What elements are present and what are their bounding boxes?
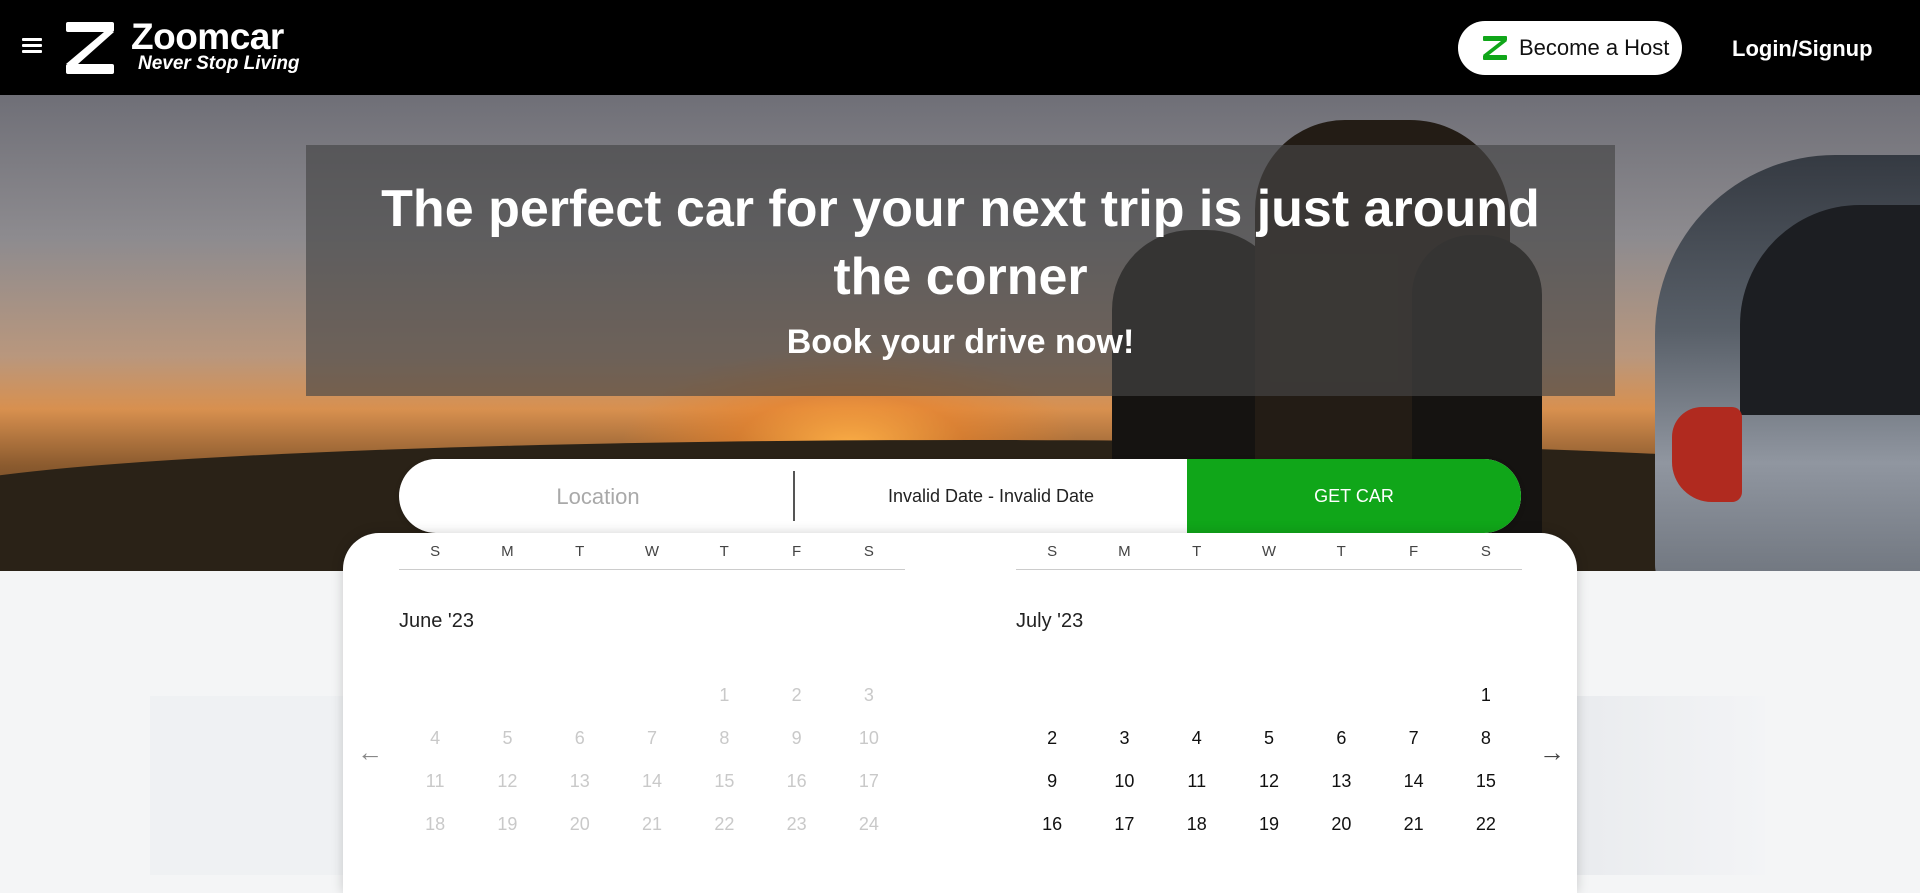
calendar-day[interactable]: 17 xyxy=(1088,803,1160,846)
calendar-day: 18 xyxy=(425,814,446,834)
calendar-day: 5 xyxy=(502,728,513,748)
weekday-label: W xyxy=(644,542,660,560)
hero-title: The perfect car for your next trip is ju… xyxy=(381,180,1540,306)
calendar-day[interactable]: 9 xyxy=(1016,760,1088,803)
calendar-day: 22 xyxy=(714,814,735,834)
weekday-label: W xyxy=(1261,542,1277,560)
weekday-header: S M T W T F S xyxy=(1016,533,1522,570)
zoomcar-logo-icon[interactable] xyxy=(64,22,116,74)
calendar-day[interactable]: 1 xyxy=(1450,674,1522,717)
weekday-label: T xyxy=(1336,542,1346,560)
day-grid: 1 2 3 4 5 6 7 8 9 10 11 12 13 14 15 16 17 18 19 20 21 22 23 24 xyxy=(399,674,905,846)
calendar-blank-cell xyxy=(399,674,471,717)
calendar-day[interactable]: 19 xyxy=(1233,803,1305,846)
weekday-label: M xyxy=(501,542,514,560)
calendar-day[interactable]: 13 xyxy=(1305,760,1377,803)
weekday-label: T xyxy=(575,542,585,560)
calendar-day[interactable]: 7 xyxy=(1377,717,1449,760)
calendar-day: 9 xyxy=(791,728,802,748)
calendar-day: 15 xyxy=(714,771,735,791)
month-title: June '23 xyxy=(399,610,474,632)
calendar-blank-cell xyxy=(1305,674,1377,717)
calendar-day[interactable]: 3 xyxy=(1088,717,1160,760)
calendar-day[interactable]: 21 xyxy=(1377,803,1449,846)
calendar-day: 8 xyxy=(719,728,730,748)
calendar-blank-cell xyxy=(1016,674,1088,717)
weekday-label: S xyxy=(1480,542,1491,560)
become-host-button[interactable]: Become a Host xyxy=(1458,21,1682,75)
calendar-day[interactable]: 2 xyxy=(1016,717,1088,760)
menu-icon[interactable] xyxy=(22,38,42,54)
calendar-blank-cell xyxy=(544,674,616,717)
calendar-day[interactable]: 15 xyxy=(1450,760,1522,803)
weekday-label: F xyxy=(1408,542,1419,560)
calendar-day[interactable]: 16 xyxy=(1016,803,1088,846)
zoomcar-z-icon xyxy=(1483,36,1507,60)
weekday-label: S xyxy=(1047,542,1058,560)
calendar-day: 24 xyxy=(858,814,879,834)
login-signup-link[interactable]: Login/Signup xyxy=(1732,36,1873,62)
brand-name[interactable]: Zoomcar xyxy=(131,16,284,58)
weekday-label: M xyxy=(1118,542,1131,560)
calendar-day: 11 xyxy=(425,771,445,791)
calendar-day[interactable]: 14 xyxy=(1377,760,1449,803)
weekday-label: F xyxy=(791,542,802,560)
hero-subtitle: Book your drive now! xyxy=(786,323,1135,361)
calendar-day[interactable]: 10 xyxy=(1088,760,1160,803)
calendar-day[interactable]: 8 xyxy=(1450,717,1522,760)
weekday-label: T xyxy=(719,542,729,560)
brand-tagline: Never Stop Living xyxy=(138,53,300,74)
calendar-day: 4 xyxy=(430,728,441,748)
weekday-header: S M T W T F S xyxy=(399,533,905,570)
calendar-day: 10 xyxy=(858,728,879,748)
calendar-day[interactable]: 4 xyxy=(1161,717,1233,760)
calendar-day[interactable]: 20 xyxy=(1305,803,1377,846)
calendar-day: 20 xyxy=(569,814,590,834)
calendar-day: 6 xyxy=(574,728,585,748)
top-navbar: Zoomcar Never Stop Living Become a Host … xyxy=(0,0,1920,95)
calendar-day[interactable]: 6 xyxy=(1305,717,1377,760)
calendar-blank-cell xyxy=(471,674,543,717)
weekday-label: S xyxy=(863,542,874,560)
calendar-day[interactable]: 12 xyxy=(1233,760,1305,803)
become-host-label: Become a Host xyxy=(1519,35,1670,60)
calendar-day: 13 xyxy=(569,771,590,791)
day-grid: 1 2 3 4 5 6 7 8 9 10 11 12 13 14 15 16 17 18 19 20 21 22 xyxy=(1016,674,1522,846)
calendar-day: 17 xyxy=(858,771,879,791)
calendar-day: 23 xyxy=(786,814,807,834)
calendar-day: 2 xyxy=(791,685,802,705)
calendar-day: 19 xyxy=(497,814,518,834)
arrow-right-icon[interactable]: → xyxy=(1539,737,1565,768)
weekday-label: T xyxy=(1192,542,1202,560)
calendar-day[interactable]: 22 xyxy=(1450,803,1522,846)
search-bar: Invalid Date - Invalid Date GET CAR xyxy=(399,459,1521,533)
month-title: July '23 xyxy=(1016,610,1084,632)
calendar-blank-cell xyxy=(1088,674,1160,717)
calendar-day[interactable]: 11 xyxy=(1161,760,1233,803)
arrow-left-icon[interactable]: ← xyxy=(357,737,383,768)
calendar-day: 7 xyxy=(647,728,658,748)
get-car-button[interactable]: GET CAR xyxy=(1187,459,1521,533)
calendar-blank-cell xyxy=(1233,674,1305,717)
calendar-day: 1 xyxy=(719,685,730,705)
calendar-day: 21 xyxy=(642,814,663,834)
hero-caption-box: The perfect car for your next trip is ju… xyxy=(306,145,1615,396)
date-range-field[interactable]: Invalid Date - Invalid Date xyxy=(795,459,1187,533)
location-input[interactable] xyxy=(399,459,797,533)
calendar-day: 14 xyxy=(642,771,663,791)
calendar-blank-cell xyxy=(1377,674,1449,717)
calendar-day[interactable]: 18 xyxy=(1161,803,1233,846)
calendar-month: S M T W T F S July '23 1 2 3 4 5 6 7 8 9 10 11 12 13… xyxy=(1016,533,1522,846)
weekday-label: S xyxy=(430,542,441,560)
calendar-day: 3 xyxy=(863,685,874,705)
date-picker-calendar: ← → S M T W T F S June '23 1 2 3 4 5 6 7 8 9 10 11… xyxy=(343,533,1577,893)
promo-card-right xyxy=(1570,696,1765,875)
calendar-day: 12 xyxy=(497,771,518,791)
calendar-day: 16 xyxy=(786,771,807,791)
calendar-month: S M T W T F S June '23 1 2 3 4 5 6 7 8 9 10 11 12 13… xyxy=(399,533,905,846)
calendar-blank-cell xyxy=(1161,674,1233,717)
hero-car-taillight xyxy=(1672,407,1742,502)
calendar-blank-cell xyxy=(616,674,688,717)
calendar-day[interactable]: 5 xyxy=(1233,717,1305,760)
